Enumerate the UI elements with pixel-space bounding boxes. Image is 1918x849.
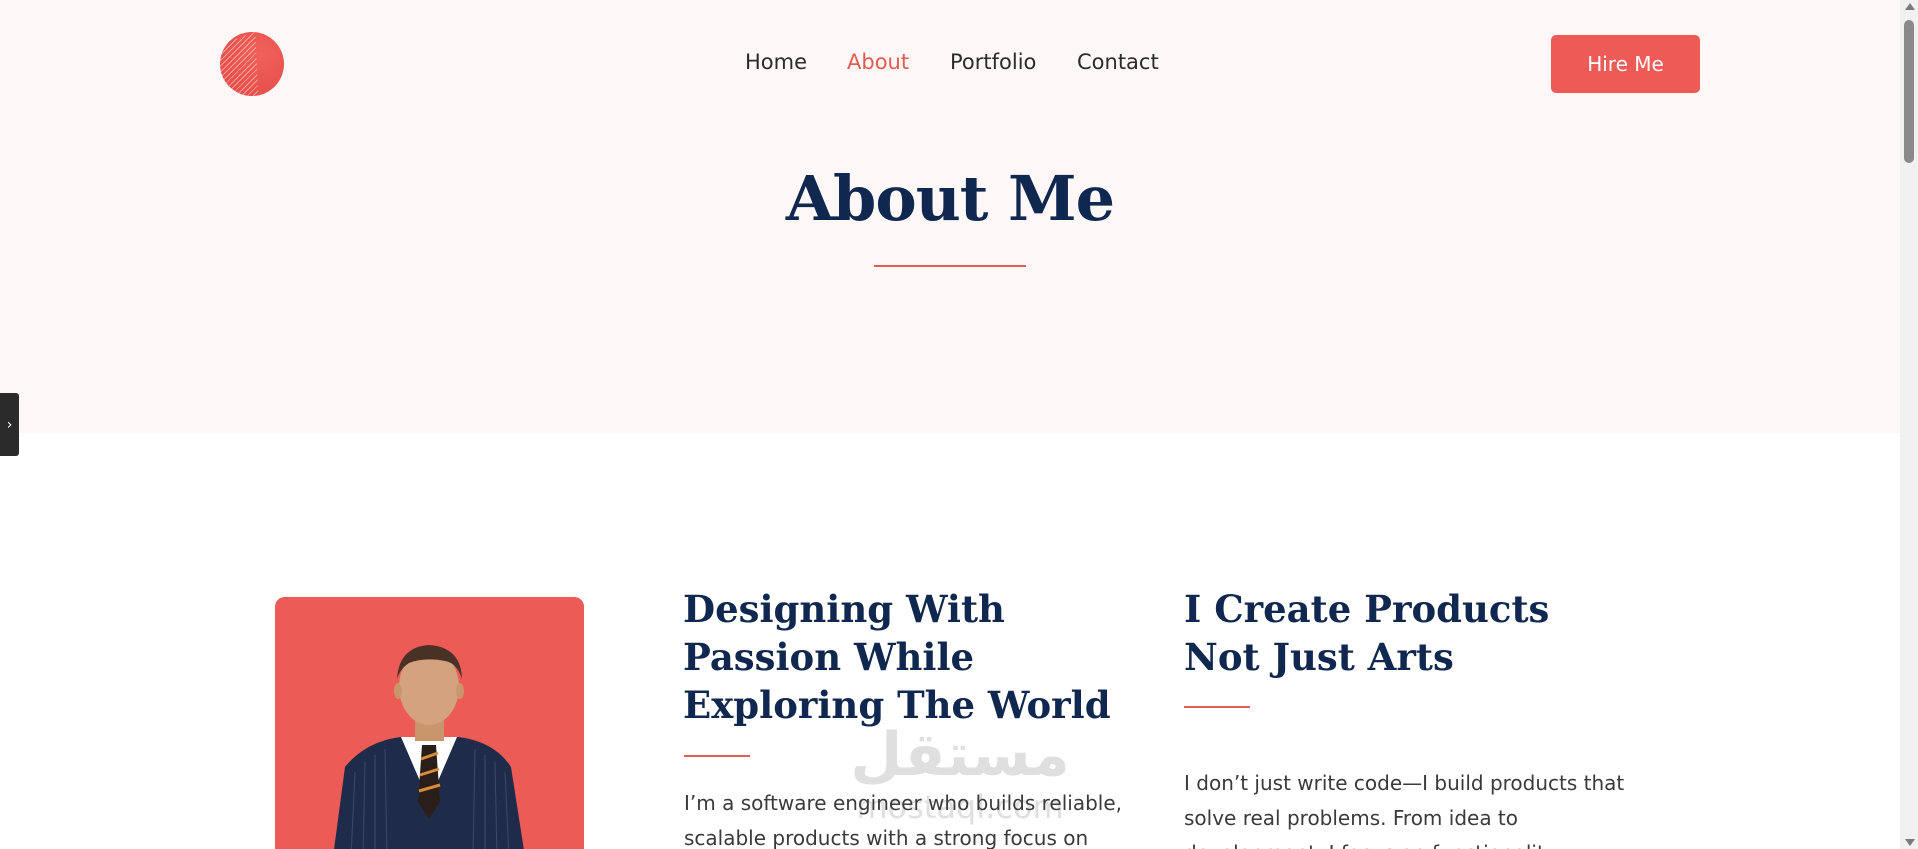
about-right-heading: I Create Products Not Just Arts [1184,587,1550,679]
about-right-text: I don’t just write code—I build products… [1184,771,1625,849]
scroll-thumb[interactable] [1904,20,1914,163]
scroll-down-arrow-icon[interactable] [1905,839,1915,846]
side-panel-toggle[interactable]: › [0,393,19,456]
man-in-suit-illustration [275,597,584,849]
scroll-up-arrow-icon[interactable] [1905,3,1915,10]
nav-item-contact[interactable]: Contact [1077,50,1159,74]
about-left-text: I’m a software engineer who builds relia… [684,791,1123,849]
about-left-heading: Designing With Passion While Exploring T… [683,587,1111,727]
chevron-right-icon: › [6,416,13,433]
hire-me-button[interactable]: Hire Me [1551,35,1700,93]
about-right-underline [1184,706,1250,708]
nav-item-portfolio[interactable]: Portfolio [950,50,1036,74]
nav-item-about[interactable]: About [847,50,909,74]
title-underline [874,265,1026,267]
about-left-underline [684,755,750,757]
watermark-arabic: مستقل [850,720,1070,790]
nav-item-home[interactable]: Home [745,50,807,74]
vertical-scrollbar[interactable] [1900,0,1918,849]
page-title: About Me [785,162,1115,235]
portrait-card [275,597,584,849]
